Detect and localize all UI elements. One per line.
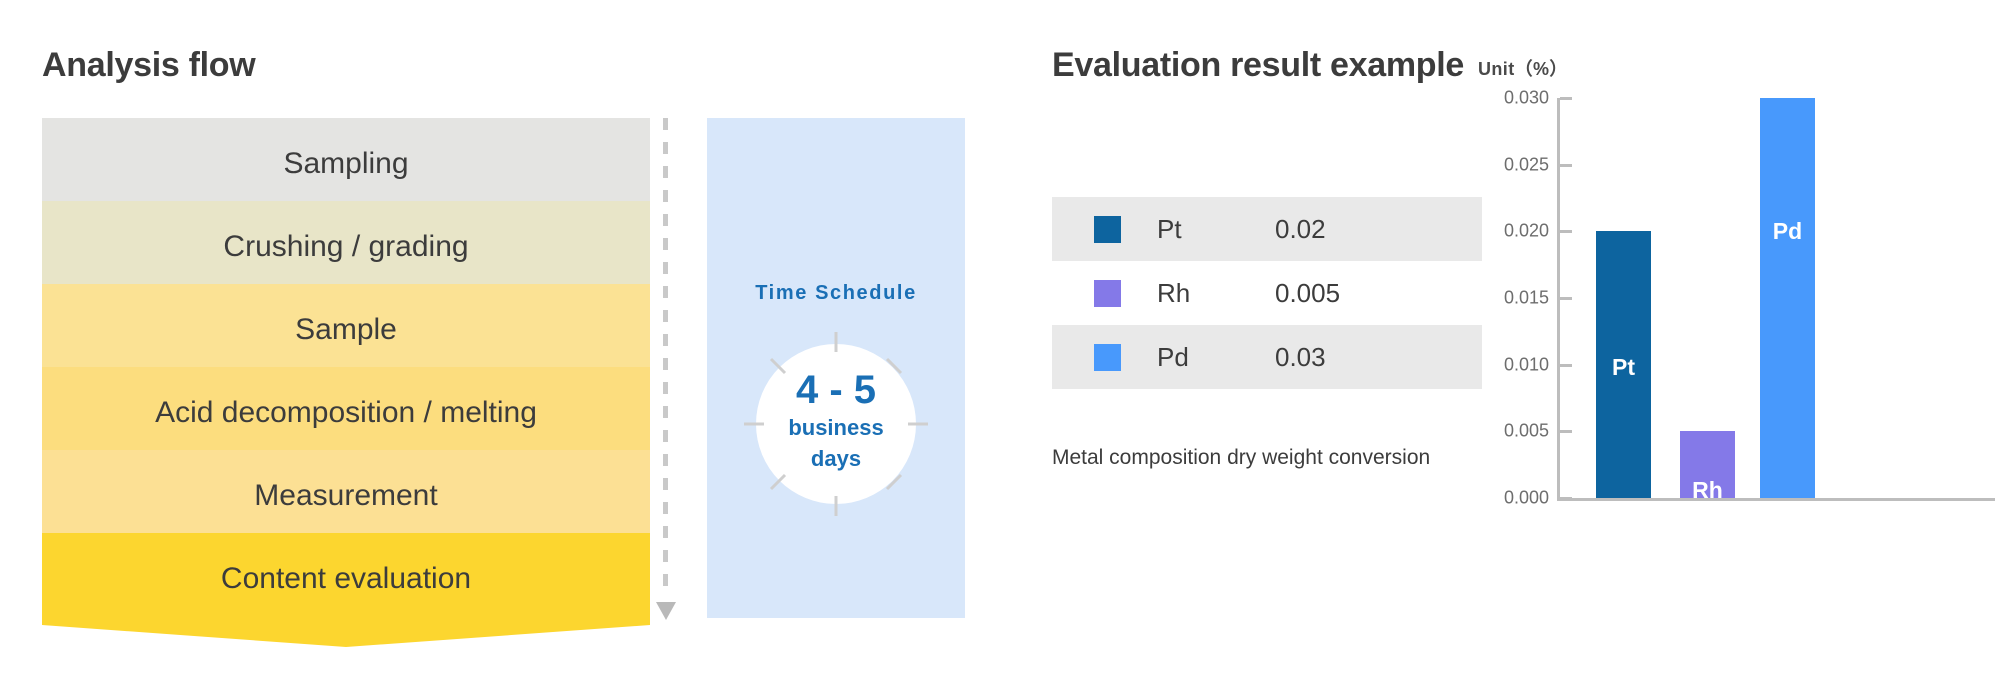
- clock-text: 4 - 5 business days: [742, 370, 930, 471]
- chart-bar-label: Pd: [1772, 218, 1803, 244]
- chart-bar-label: Pt: [1612, 354, 1635, 380]
- page-title-evaluation-result: Evaluation result example: [1052, 46, 1464, 84]
- chart-y-tick-label: 0.020: [1503, 220, 1549, 241]
- chart-plot-area: Pt Rh Pd: [1560, 98, 1995, 503]
- flow-step-label: Measurement: [254, 479, 438, 512]
- flow-step-label: Acid decomposition / melting: [155, 396, 537, 429]
- flow-step-label: Sampling: [283, 147, 409, 180]
- flow-divider: [656, 118, 676, 620]
- chart-y-tick-label: 0.000: [1503, 487, 1549, 508]
- chart-y-tick-label: 0.015: [1503, 287, 1549, 308]
- legend-color-swatch: [1094, 279, 1121, 307]
- evaluation-result-section: Evaluation result example Unit（%） Pt 0.02…: [1030, 0, 2000, 680]
- chart-x-axis-line: [1557, 498, 1995, 501]
- legend-color-swatch: [1094, 215, 1121, 243]
- flow-step-label: Content evaluation: [220, 562, 472, 595]
- chart-bar[interactable]: Rh: [1680, 431, 1735, 503]
- result-note: Metal composition dry weight conversion: [1052, 446, 1431, 469]
- chart-y-tick-label: 0.030: [1503, 87, 1549, 108]
- time-schedule-title: Time Schedule: [755, 282, 917, 304]
- schedule-unit-line2: days: [810, 445, 862, 471]
- analysis-flow-section: Analysis flow Sampling Crushing / grading…: [0, 0, 700, 680]
- legend-row[interactable]: Pd 0.03: [1052, 325, 1482, 389]
- clock-icon: 4 - 5 business days: [742, 330, 930, 518]
- schedule-days-value: 4 - 5: [795, 368, 877, 412]
- page-title-analysis-flow: Analysis flow: [42, 46, 256, 84]
- flow-step-label: Crushing / grading: [223, 230, 469, 263]
- chart-y-tick-label: 0.025: [1503, 154, 1549, 175]
- page-root: Analysis flow Sampling Crushing / grading…: [0, 0, 2000, 680]
- time-schedule-panel: Time Schedule 4 - 5 business days: [707, 118, 965, 618]
- legend-element-name: Pt: [1157, 213, 1182, 244]
- flow-chevron-list: Sampling Crushing / grading Sample Acid dec…: [42, 118, 650, 647]
- dashed-line: [663, 118, 668, 596]
- legend-element-name: Pd: [1157, 341, 1189, 372]
- legend-row[interactable]: Pt 0.02: [1052, 197, 1482, 261]
- legend-color-swatch: [1094, 343, 1121, 371]
- chart-y-tick-label: 0.010: [1503, 354, 1549, 375]
- legend-element-value: 0.005: [1275, 277, 1341, 308]
- result-header: Evaluation result example Unit（%）: [1052, 46, 1568, 85]
- flow-step-label: Sample: [295, 313, 397, 346]
- legend-element-value: 0.03: [1275, 341, 1326, 372]
- result-bar-chart: 0.000 0.005 0.010 0.015 0.020 0.025 0.030 Pt Rh…: [1485, 88, 1995, 598]
- legend-element-name: Rh: [1157, 277, 1191, 308]
- flow-step[interactable]: Content evaluation: [42, 533, 650, 647]
- result-unit-label: Unit（%）: [1478, 59, 1568, 79]
- chart-bar[interactable]: Pd: [1760, 98, 1815, 498]
- legend-row[interactable]: Rh 0.005: [1052, 261, 1482, 325]
- chart-bar[interactable]: Pt: [1596, 231, 1651, 498]
- chart-y-tick-label: 0.005: [1503, 420, 1549, 441]
- chart-y-axis-labels: 0.000 0.005 0.010 0.015 0.020 0.025 0.030: [1485, 88, 1549, 508]
- triangle-down-icon: [656, 602, 676, 620]
- legend-element-value: 0.02: [1275, 213, 1326, 244]
- schedule-unit-line1: business: [788, 415, 884, 440]
- chart-bar-label: Rh: [1692, 476, 1723, 503]
- result-legend-table: Pt 0.02 Rh 0.005 Pd 0.03: [1052, 197, 1482, 389]
